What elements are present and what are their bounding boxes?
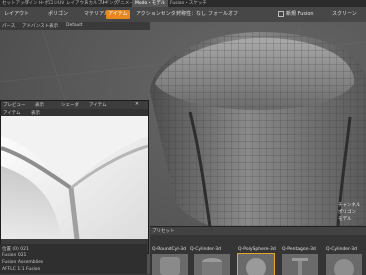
- cylinder-preset-icon: [152, 254, 188, 275]
- preview-tab-item[interactable]: アイテム: [89, 102, 107, 108]
- viewport-style-label[interactable]: Default: [66, 23, 82, 28]
- preset-label: Q-Cylinder-3d: [326, 247, 357, 252]
- tab-modo-model[interactable]: Modo・モデル: [132, 0, 169, 7]
- list-item[interactable]: 位置 (0) 021: [2, 246, 29, 252]
- list-item[interactable]: Fusion Assemblies: [2, 260, 43, 265]
- list-item[interactable]: AFFLC 1:1 Fusion: [2, 267, 40, 272]
- list-item[interactable]: Fusion 021: [2, 253, 26, 258]
- preset-thumbnail-selected[interactable]: [237, 253, 275, 275]
- close-icon[interactable]: ✕: [135, 102, 139, 107]
- polygon-mode-button[interactable]: ポリゴン: [46, 10, 70, 19]
- preview-window: プレビュー 表示 シェーダ アイテム ✕ アイテム 表示: [0, 100, 149, 254]
- item-info-list: 位置 (0) 021 Fusion 021 Fusion Assemblies …: [0, 244, 147, 274]
- preview-tab-shader[interactable]: シェーダ: [61, 102, 79, 108]
- preview-subbar: アイテム 表示: [1, 109, 148, 116]
- sphere-preset-icon: [326, 254, 362, 275]
- preview-tab-preview[interactable]: プレビュー: [3, 102, 26, 108]
- pedestal-preset-icon: [282, 254, 318, 275]
- preset-thumbnail[interactable]: [282, 254, 318, 275]
- new-fusion-label: 新規 Fusion: [286, 11, 314, 17]
- preset-label: Q-Pentagon-3d: [282, 247, 316, 252]
- preview-tab-display[interactable]: 表示: [35, 102, 44, 108]
- right-panel-label: チャンネル: [338, 203, 361, 208]
- layout-button[interactable]: レイアウト: [2, 10, 31, 19]
- right-panel-label: モデル: [338, 217, 352, 222]
- preview-render[interactable]: [1, 116, 148, 239]
- preview-tab-bar: プレビュー 表示 シェーダ アイテム ✕: [1, 101, 148, 109]
- symmetry-dropdown[interactable]: 対称性：なし: [174, 10, 208, 19]
- preset-browser-header: プリセット: [150, 227, 366, 235]
- preset-thumbnail[interactable]: [152, 254, 188, 275]
- workspace-tab-bar: セットアップ ペイント トポロジ UV レイアウト スカルプト リギング アニメ…: [0, 0, 366, 7]
- cylinder-preset-icon: [194, 254, 230, 275]
- new-fusion-toggle[interactable]: 新規 Fusion: [276, 10, 316, 19]
- right-panel-label: ポリゴン: [338, 210, 356, 215]
- tab-uv[interactable]: UV: [58, 0, 64, 7]
- preset-label: Q-PolySphere-3d: [238, 247, 276, 252]
- viewport-display-label[interactable]: アドバンスト表示: [22, 23, 58, 29]
- preset-label: Q-Cylinder-3d: [190, 247, 221, 252]
- preset-thumbnail[interactable]: [194, 254, 230, 275]
- preset-thumbnail[interactable]: [326, 254, 362, 275]
- tab-topology[interactable]: トポロジ: [40, 0, 58, 7]
- preview-render-image: [1, 116, 148, 239]
- preset-browser: プリセット Q-RoundCyl-3d Q-Cylinder-3d Q-Poly…: [150, 226, 366, 275]
- preset-label: Q-RoundCyl-3d: [152, 247, 186, 252]
- sphere-preset-icon: [238, 254, 274, 275]
- viewport-view-label[interactable]: パース: [2, 23, 15, 29]
- main-toolbar: レイアウト ポリゴン マテリアル アイテム アクションセンター 対称性：なし フ…: [0, 7, 366, 23]
- screen-button[interactable]: スクリーン: [330, 10, 359, 19]
- falloff-dropdown[interactable]: フォールオフ: [206, 10, 240, 19]
- preset-header-label: プリセット: [152, 229, 175, 234]
- item-mode-button[interactable]: アイテム: [106, 10, 130, 19]
- tab-fusion-sketch[interactable]: Fusion・スケッチ: [170, 0, 207, 7]
- checkbox-icon: [278, 10, 284, 17]
